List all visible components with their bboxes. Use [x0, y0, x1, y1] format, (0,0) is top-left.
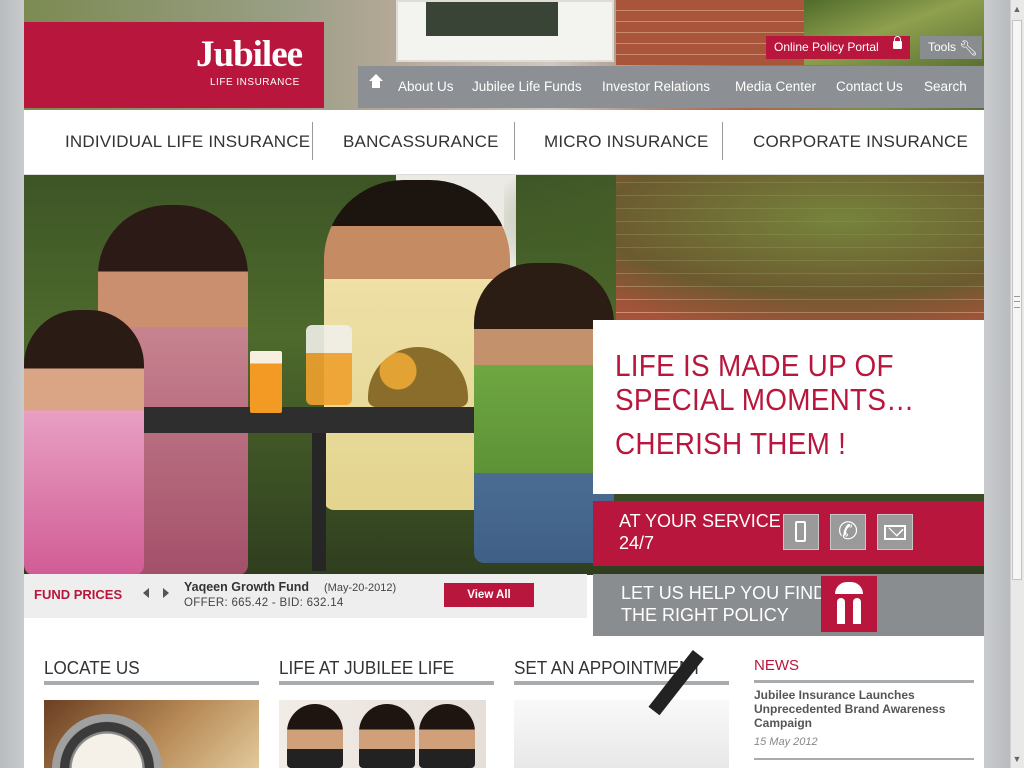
logo-subtitle: LIFE INSURANCE [210, 77, 300, 88]
hero-banner: LIFE IS MADE UP OF SPECIAL MOMENTS… CHER… [24, 175, 984, 575]
fund-prev-arrow-icon[interactable] [143, 588, 149, 598]
product-navigation: INDIVIDUAL LIFE INSURANCE BANCASSURANCE … [24, 110, 984, 175]
nav-investor-relations[interactable]: Investor Relations [602, 79, 710, 94]
fund-next-arrow-icon[interactable] [163, 588, 169, 598]
service-line2: 24/7 [619, 533, 655, 553]
news-rule [754, 758, 974, 760]
fund-date: (May-20-2012) [324, 582, 397, 594]
life-at-jubilee-image[interactable] [279, 700, 486, 768]
appointment-image[interactable] [514, 700, 729, 768]
fund-prices-strip: FUND PRICES Yaqeen Growth Fund (May-20-2… [24, 574, 587, 618]
family-umbrella-icon [821, 576, 877, 632]
scroll-up-arrow-icon[interactable]: ▲ [1012, 2, 1022, 16]
compass-image[interactable] [44, 700, 259, 768]
news-date: 15 May 2012 [754, 736, 818, 748]
hero-tagline-line2: SPECIAL MOMENTS… [615, 382, 915, 417]
wrench-icon: 🔧︎ [958, 40, 978, 57]
section-rule [514, 681, 729, 685]
section-title-locate-us[interactable]: LOCATE US [44, 658, 140, 679]
logo-wordmark: Jubilee [196, 34, 303, 75]
nav-contact-us[interactable]: Contact Us [836, 79, 903, 94]
telephone-icon[interactable] [830, 514, 866, 550]
scrollbar-grip-icon [1014, 296, 1020, 308]
prodnav-corporate-insurance[interactable]: CORPORATE INSURANCE [753, 132, 968, 152]
hero-tagline-box: LIFE IS MADE UP OF SPECIAL MOMENTS… CHER… [593, 320, 984, 494]
nav-search[interactable]: Search [924, 79, 967, 94]
hero-girl-figure [24, 310, 144, 575]
prodnav-divider [722, 122, 723, 160]
section-rule [44, 681, 259, 685]
header-window-photo [396, 0, 614, 62]
fund-prices-label: FUND PRICES [34, 587, 123, 602]
help-line1: LET US HELP YOU FIND [621, 583, 827, 603]
hero-juice-glass [250, 351, 282, 413]
news-title: NEWS [754, 657, 799, 674]
tools-label: Tools [928, 40, 957, 54]
service-bar: AT YOUR SERVICE 24/7 [593, 501, 984, 566]
prodnav-divider [514, 122, 515, 160]
fund-name: Yaqeen Growth Fund [184, 580, 310, 594]
hero-table-leg [312, 431, 326, 571]
hero-juice-jug [306, 325, 352, 405]
hero-table [136, 407, 516, 433]
site-container: Jubilee LIFE INSURANCE Online Policy Por… [24, 0, 984, 768]
logo[interactable]: Jubilee LIFE INSURANCE [24, 22, 324, 108]
section-rule [279, 681, 494, 685]
online-policy-portal-button[interactable]: Online Policy Portal [766, 36, 910, 59]
nav-media-center[interactable]: Media Center [735, 79, 816, 94]
lock-icon [893, 36, 902, 49]
fund-values: OFFER: 665.42 - BID: 632.14 [184, 597, 344, 609]
scroll-down-arrow-icon[interactable]: ▼ [1012, 752, 1022, 766]
news-headline-link[interactable]: Jubilee Insurance Launches Unprecedented… [754, 688, 976, 730]
home-icon[interactable] [369, 74, 383, 90]
view-all-button[interactable]: View All [444, 583, 534, 607]
find-policy-banner[interactable]: LET US HELP YOU FIND THE RIGHT POLICY [593, 574, 984, 636]
hero-tagline-line1: LIFE IS MADE UP OF [615, 348, 894, 383]
online-policy-portal-label: Online Policy Portal [774, 40, 879, 54]
help-line2: THE RIGHT POLICY [621, 605, 789, 625]
service-line1: AT YOUR SERVICE [619, 511, 781, 531]
prodnav-bancassurance[interactable]: BANCASSURANCE [343, 132, 499, 152]
section-title-life-at-jubilee[interactable]: LIFE AT JUBILEE LIFE [279, 658, 454, 679]
prodnav-micro-insurance[interactable]: MICRO INSURANCE [544, 132, 709, 152]
nav-jubilee-life-funds[interactable]: Jubilee Life Funds [472, 79, 582, 94]
mobile-phone-icon[interactable] [783, 514, 819, 550]
top-navigation: About Us Jubilee Life Funds Investor Rel… [358, 66, 984, 108]
header: Jubilee LIFE INSURANCE Online Policy Por… [24, 0, 984, 110]
hero-tagline-line3: CHERISH THEM ! [615, 426, 847, 461]
prodnav-divider [312, 122, 313, 160]
news-rule [754, 680, 974, 683]
prodnav-individual-life-insurance[interactable]: INDIVIDUAL LIFE INSURANCE [65, 132, 310, 152]
email-icon[interactable] [877, 514, 913, 550]
nav-about-us[interactable]: About Us [398, 79, 454, 94]
tools-button[interactable]: Tools 🔧︎ [920, 36, 982, 59]
